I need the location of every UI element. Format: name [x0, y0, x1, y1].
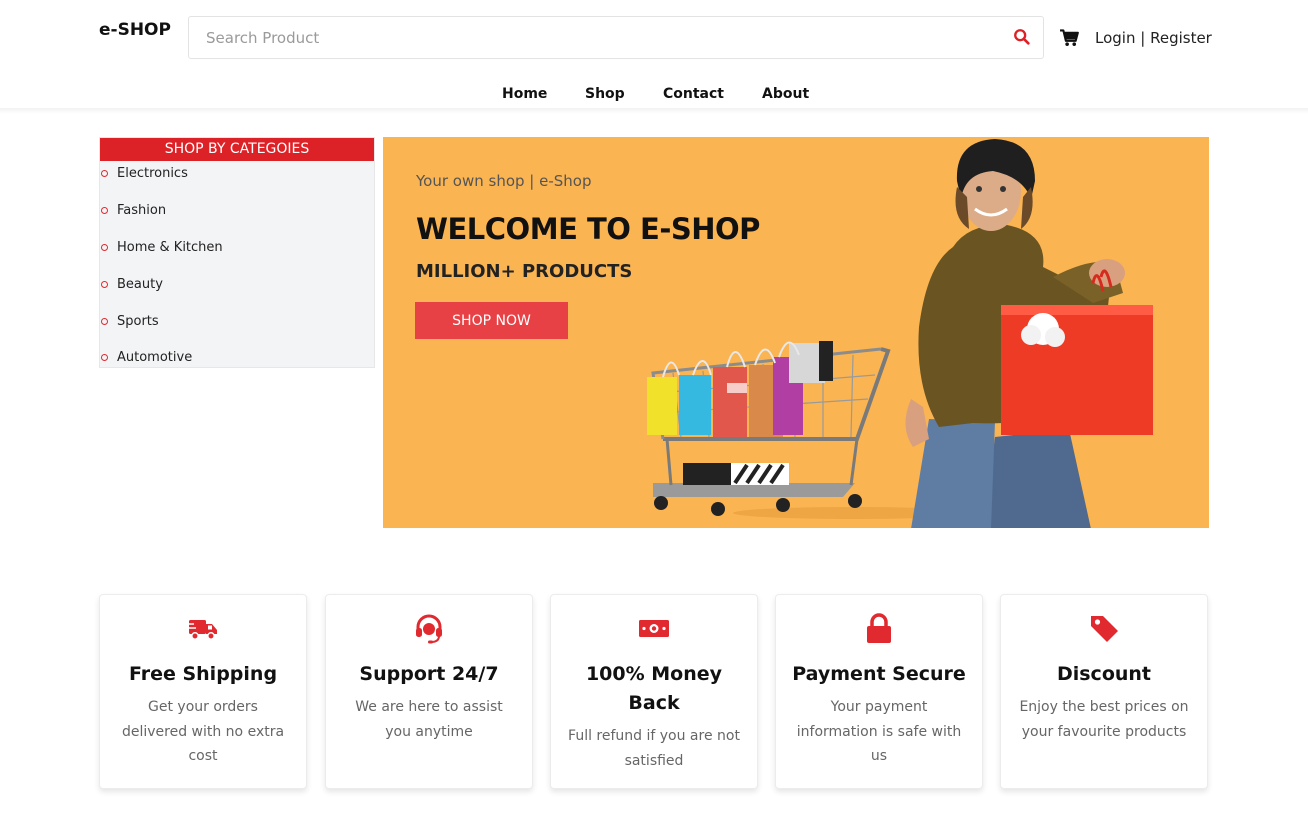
category-label: Sports	[117, 314, 159, 329]
feature-description: Get your orders delivered with no extra …	[121, 699, 285, 764]
nav-about[interactable]: About	[762, 86, 809, 102]
bullet-icon	[101, 318, 108, 325]
category-item-sports[interactable]: Sports	[100, 314, 374, 334]
lock-icon	[867, 613, 891, 643]
feature-description: Your payment information is safe with us	[796, 699, 962, 764]
bullet-icon	[101, 354, 108, 361]
bullet-icon	[101, 281, 108, 288]
auth-separator: |	[1140, 29, 1146, 47]
shop-now-button[interactable]: SHOP NOW	[415, 302, 568, 339]
category-item-electronics[interactable]: Electronics	[100, 166, 374, 186]
feature-card-support: Support 24/7 We are here to assist you a…	[325, 594, 533, 789]
search-input[interactable]	[189, 17, 989, 58]
feature-title: Discount	[1056, 663, 1152, 685]
register-link[interactable]: Register	[1150, 29, 1212, 47]
category-item-home-kitchen[interactable]: Home & Kitchen	[100, 240, 374, 260]
feature-card-free-shipping: Free Shipping Get your orders delivered …	[99, 594, 307, 789]
feature-card-money-back: 100% Money Back Full refund if you are n…	[550, 594, 758, 789]
category-item-automotive[interactable]: Automotive	[100, 350, 374, 370]
hero-illustration	[647, 139, 1153, 528]
bullet-icon	[101, 244, 108, 251]
cart-icon[interactable]	[1060, 29, 1079, 47]
search-bar	[188, 16, 1044, 59]
feature-description: Enjoy the best prices on your favourite …	[1019, 699, 1189, 740]
feature-title: Support 24/7	[359, 663, 499, 685]
shopper-illustration	[905, 139, 1153, 528]
search-icon[interactable]	[1013, 28, 1031, 46]
truck-icon	[187, 620, 217, 640]
header-divider	[0, 108, 1308, 114]
feature-description: We are here to assist you anytime	[355, 699, 503, 740]
category-sidebar: SHOP BY CATEGOIES Electronics Fashion Ho…	[99, 137, 375, 368]
category-label: Fashion	[117, 203, 167, 218]
bullet-icon	[101, 170, 108, 177]
feature-description: Full refund if you are not satisfied	[568, 728, 740, 769]
feature-title: Free Shipping	[128, 663, 278, 685]
feature-title: Payment Secure	[792, 663, 966, 685]
category-label: Home & Kitchen	[117, 240, 223, 255]
category-item-beauty[interactable]: Beauty	[100, 277, 374, 297]
category-label: Electronics	[117, 166, 188, 181]
feature-card-payment-secure: Payment Secure Your payment information …	[775, 594, 983, 789]
money-icon	[639, 620, 669, 637]
nav-contact[interactable]: Contact	[663, 86, 724, 102]
main-nav: Home Shop Contact About	[0, 86, 1308, 106]
tag-icon	[1091, 616, 1118, 642]
category-heading: SHOP BY CATEGOIES	[100, 138, 374, 161]
feature-card-discount: Discount Enjoy the best prices on your f…	[1000, 594, 1208, 789]
headset-icon	[416, 614, 442, 644]
hero-banner: Your own shop | e-Shop WELCOME TO E-SHOP…	[383, 137, 1209, 528]
nav-shop[interactable]: Shop	[585, 86, 625, 102]
category-label: Automotive	[117, 350, 193, 365]
nav-home[interactable]: Home	[502, 86, 547, 102]
logo[interactable]: e-SHOP	[99, 20, 171, 40]
bullet-icon	[101, 207, 108, 214]
feature-title: 100% Money Back	[585, 663, 723, 714]
category-label: Beauty	[117, 277, 163, 292]
hero-subtitle: MILLION+ PRODUCTS	[416, 261, 633, 282]
login-link[interactable]: Login	[1095, 29, 1135, 47]
hero-tagline: Your own shop | e-Shop	[416, 172, 592, 190]
auth-links: Login | Register	[1095, 29, 1212, 47]
category-item-fashion[interactable]: Fashion	[100, 203, 374, 223]
